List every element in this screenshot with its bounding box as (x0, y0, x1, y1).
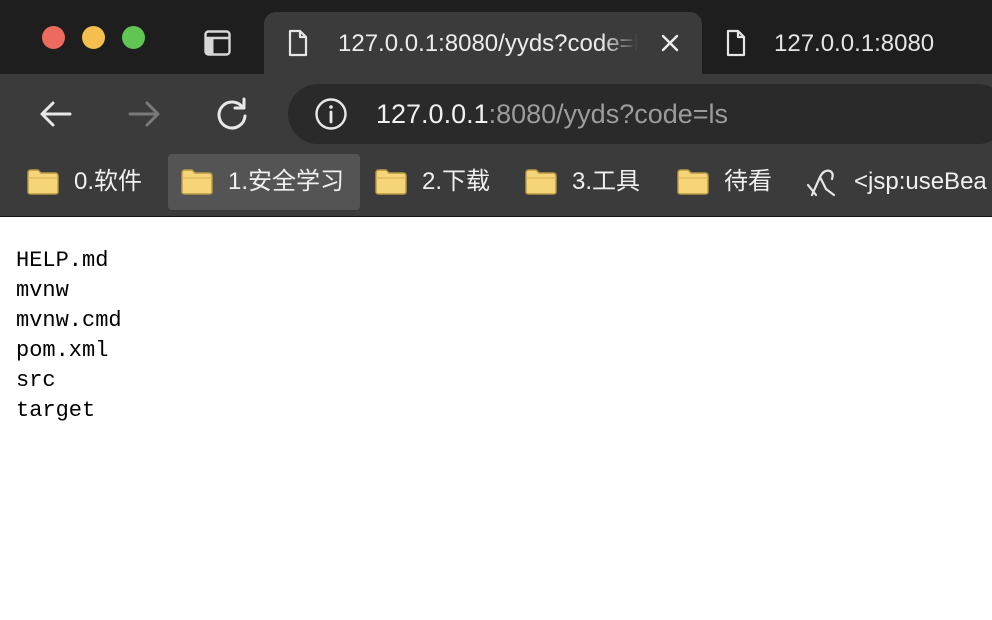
bookmark-label: 2.下载 (422, 168, 491, 195)
folder-icon (181, 169, 213, 195)
bookmark-link[interactable]: <jsp:useBea (806, 154, 987, 210)
window-minimize-button[interactable] (82, 26, 105, 49)
url-host: 127.0.0.1 (376, 99, 489, 129)
reload-icon[interactable] (212, 94, 252, 134)
window-maximize-button[interactable] (122, 26, 145, 49)
page-icon (288, 29, 308, 57)
tab-inactive[interactable]: 127.0.0.1:8080 (702, 12, 992, 74)
url-path: :8080/yyds?code=ls (488, 99, 729, 129)
bookmark-folder[interactable]: 3.工具 (524, 154, 640, 210)
file-entry: HELP.md (16, 248, 109, 273)
tab-title: 127.0.0.1:8080 (774, 30, 935, 57)
tab-title: 127.0.0.1:8080/yyds?code=ls (338, 30, 638, 57)
toolbar: 127.0.0.1:8080/yyds?code=ls (0, 74, 992, 154)
site-info-icon[interactable] (314, 97, 348, 131)
page-icon (726, 29, 746, 57)
file-entry: pom.xml (16, 338, 109, 363)
close-tab-icon[interactable] (660, 33, 680, 53)
sidebar-toggle-icon[interactable] (204, 30, 231, 56)
bookmark-folder[interactable]: 待看 (676, 154, 772, 210)
bookmark-folder[interactable]: 2.下载 (374, 154, 490, 210)
folder-icon (677, 169, 709, 195)
page-content: HELP.md mvnw mvnw.cmd pom.xml src target (16, 246, 122, 426)
url-text: 127.0.0.1:8080/yyds?code=ls (376, 98, 728, 130)
file-entry: target (16, 398, 96, 423)
folder-icon (27, 169, 59, 195)
bookmark-label: 0.软件 (74, 168, 143, 195)
bookmark-label: 1.安全学习 (228, 168, 345, 195)
file-entry: mvnw.cmd (16, 308, 122, 333)
bookmarks-bar: 0.软件 1.安全学习 2.下载 3.工具 待看 <jsp:useBea (0, 154, 992, 217)
folder-icon (375, 169, 407, 195)
forward-arrow-icon[interactable] (124, 94, 164, 134)
tab-active[interactable]: 127.0.0.1:8080/yyds?code=ls (264, 12, 702, 74)
bookmark-label: 3.工具 (572, 168, 641, 195)
bookmark-folder[interactable]: 0.软件 (26, 154, 142, 210)
bookmark-page-icon (806, 169, 836, 197)
bookmark-label: <jsp:useBea (854, 168, 987, 195)
address-bar[interactable]: 127.0.0.1:8080/yyds?code=ls (288, 84, 992, 144)
back-arrow-icon[interactable] (36, 94, 76, 134)
bookmark-folder[interactable]: 1.安全学习 (168, 154, 361, 210)
folder-icon (525, 169, 557, 195)
file-entry: src (16, 368, 56, 393)
window-close-button[interactable] (42, 26, 65, 49)
tab-strip: 127.0.0.1:8080/yyds?code=ls 127.0.0.1:80… (0, 0, 992, 74)
bookmark-label: 待看 (724, 168, 772, 195)
file-entry: mvnw (16, 278, 69, 303)
